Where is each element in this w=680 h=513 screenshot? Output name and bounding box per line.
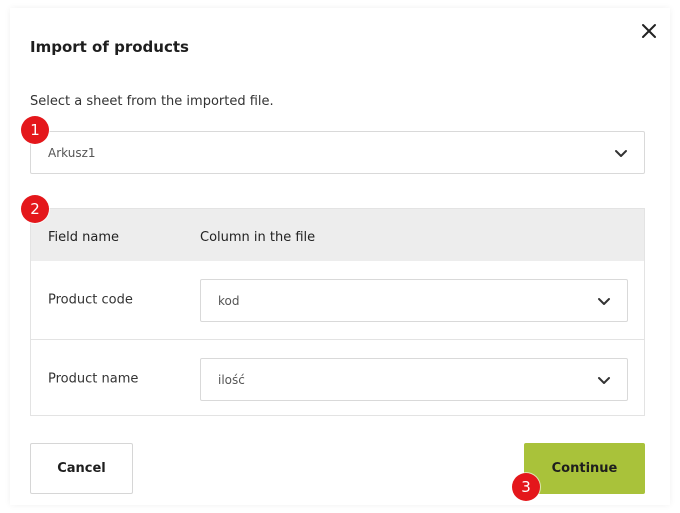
page: Import of products Select a sheet from t… [0,0,680,513]
column-select-product-code[interactable]: kod [200,279,628,322]
field-label-product-code: Product code [48,292,133,308]
sheet-select-value: Arkusz1 [48,145,96,160]
sheet-select[interactable]: Arkusz1 [30,131,645,174]
field-mapping-table: Field name Column in the file Product co… [30,208,645,416]
header-field-name: Field name [48,230,120,245]
step-badge-2: 2 [21,195,49,223]
column-select-value: ilość [218,372,245,387]
field-label-product-name: Product name [48,371,139,387]
header-column-in-file: Column in the file [200,230,316,245]
dialog-title: Import of products [30,38,189,56]
step-badge-3: 3 [512,473,540,501]
cancel-button[interactable]: Cancel [30,443,133,494]
column-select-value: kod [218,293,240,308]
table-row: Product name ilość [31,340,644,418]
table-row: Product code kod [31,261,644,339]
step-badge-1: 1 [21,116,49,144]
continue-button[interactable]: Continue [524,443,645,494]
chevron-down-icon [598,297,610,305]
close-icon[interactable] [640,22,658,40]
chevron-down-icon [615,149,627,157]
chevron-down-icon [598,376,610,384]
column-select-product-name[interactable]: ilość [200,358,628,401]
sheet-instruction: Select a sheet from the imported file. [30,94,274,109]
table-header: Field name Column in the file [31,209,644,261]
